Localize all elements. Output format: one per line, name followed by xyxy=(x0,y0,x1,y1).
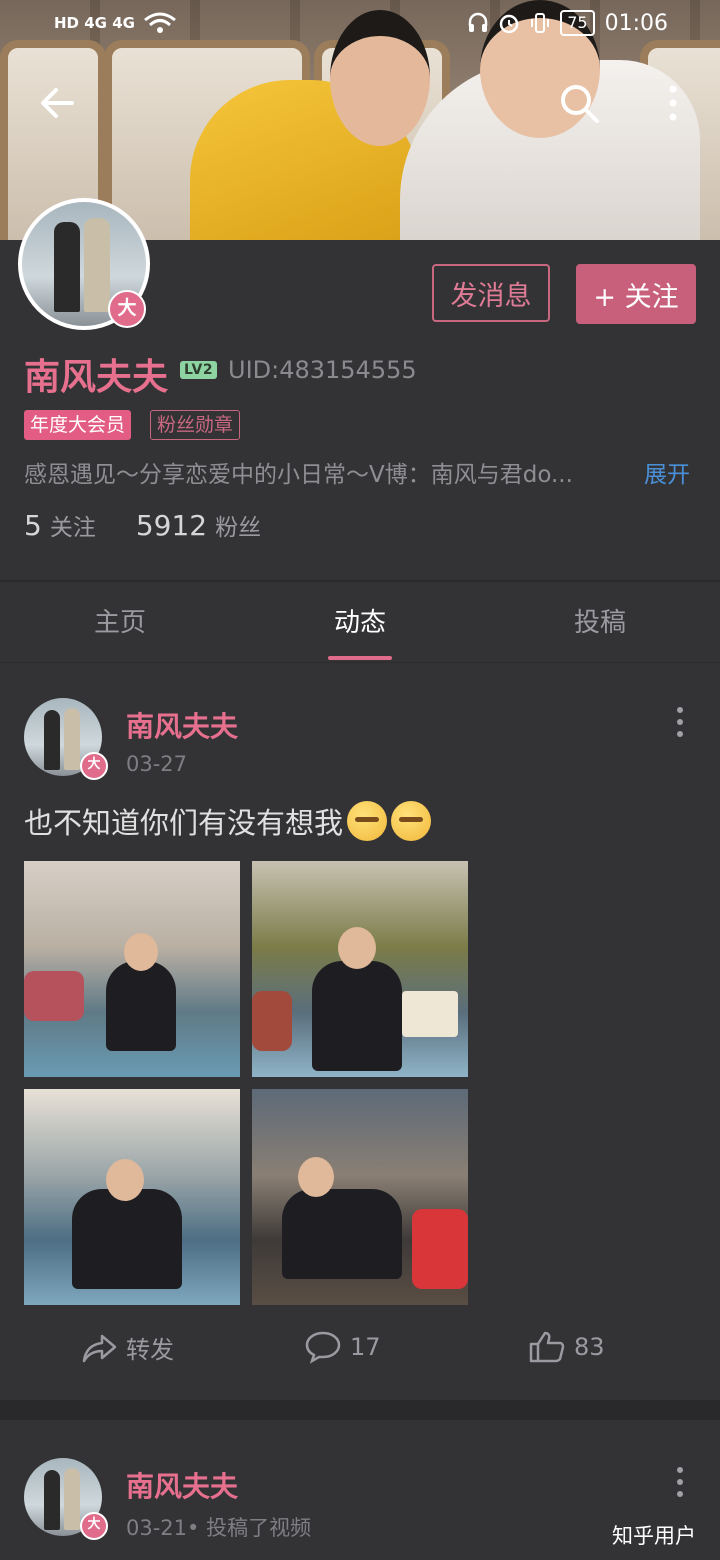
tab-dynamics[interactable]: 动态 xyxy=(240,590,480,660)
search-button[interactable] xyxy=(556,80,602,126)
following-count[interactable]: 5 xyxy=(24,509,42,542)
like-count: 83 xyxy=(574,1333,605,1361)
status-time: 01:06 xyxy=(604,10,668,36)
status-bar: HD 4G 4G 75 01:06 xyxy=(0,0,720,50)
post-vip-badge: 大 xyxy=(80,1512,108,1540)
like-button[interactable]: 83 xyxy=(528,1330,605,1364)
profile-stats: 5 关注 5912 粉丝 xyxy=(24,508,301,542)
search-icon xyxy=(561,85,599,123)
followers-count[interactable]: 5912 xyxy=(136,509,207,542)
post-separator xyxy=(0,1400,720,1420)
post-vip-badge: 大 xyxy=(80,752,108,780)
post-date: 03-21• 投稿了视频 xyxy=(126,1516,312,1540)
smirk-emoji-icon xyxy=(391,801,432,841)
post-image-4[interactable] xyxy=(252,1089,468,1305)
arrow-left-icon xyxy=(41,88,74,118)
profile-bio: 感恩遇见～分享恋爱中的小日常～V博：南风与君do... xyxy=(24,462,573,488)
post-text-content: 也不知道你们有没有想我 xyxy=(24,806,344,840)
alarm-icon xyxy=(499,14,519,34)
repost-button[interactable]: 转发 xyxy=(80,1330,174,1365)
repost-label: 转发 xyxy=(126,1336,174,1364)
zhihu-watermark: 知乎用户 xyxy=(612,1524,696,1548)
wifi-icon xyxy=(144,12,176,33)
post-text: 也不知道你们有没有想我 xyxy=(24,800,432,842)
vibrate-icon xyxy=(531,13,550,33)
more-button[interactable] xyxy=(660,80,686,126)
post-actions: 转发 17 83 xyxy=(0,1330,720,1380)
post-image-2[interactable] xyxy=(252,861,468,1077)
tab-home[interactable]: 主页 xyxy=(0,590,240,660)
post-more-button[interactable] xyxy=(670,1462,690,1502)
follow-button[interactable]: + 关注 xyxy=(576,264,696,324)
expand-bio-link[interactable]: 展开 xyxy=(644,455,690,489)
fan-medal-tag[interactable]: 粉丝勋章 xyxy=(150,410,241,440)
post-more-button[interactable] xyxy=(670,702,690,742)
back-button[interactable] xyxy=(36,80,82,126)
more-vertical-icon xyxy=(677,707,683,737)
thumbs-up-icon xyxy=(529,1331,565,1363)
post-author-name[interactable]: 南风夫夫 xyxy=(126,705,238,745)
battery-level: 75 xyxy=(560,10,595,36)
headphones-icon xyxy=(468,12,488,32)
profile-tabs: 主页 动态 投稿 xyxy=(0,590,720,660)
vip-badge: 大 xyxy=(108,290,146,328)
comment-icon xyxy=(305,1331,341,1364)
tab-submissions[interactable]: 投稿 xyxy=(480,590,720,660)
annual-vip-tag[interactable]: 年度大会员 xyxy=(24,410,132,440)
status-network: HD 4G 4G xyxy=(54,14,135,32)
tabs-divider xyxy=(0,662,720,663)
profile-uid: UID:483154555 xyxy=(228,356,417,384)
level-badge: LV2 xyxy=(180,361,218,379)
smirk-emoji-icon xyxy=(347,801,388,841)
following-label[interactable]: 关注 xyxy=(50,508,96,542)
comment-count: 17 xyxy=(350,1333,381,1361)
more-vertical-icon xyxy=(669,85,677,121)
comment-button[interactable]: 17 xyxy=(304,1330,381,1364)
post-image-3[interactable] xyxy=(24,1089,240,1305)
active-tab-indicator xyxy=(328,656,392,660)
post-image-1[interactable] xyxy=(24,861,240,1077)
post-author-name[interactable]: 南风夫夫 xyxy=(126,1465,238,1505)
section-divider xyxy=(0,580,720,582)
followers-label[interactable]: 粉丝 xyxy=(215,508,261,542)
profile-username: 南风夫夫 xyxy=(24,357,169,398)
post-date: 03-27 xyxy=(126,752,188,776)
share-arrow-icon xyxy=(82,1334,117,1362)
more-vertical-icon xyxy=(677,1467,683,1497)
send-message-button[interactable]: 发消息 xyxy=(432,264,550,322)
